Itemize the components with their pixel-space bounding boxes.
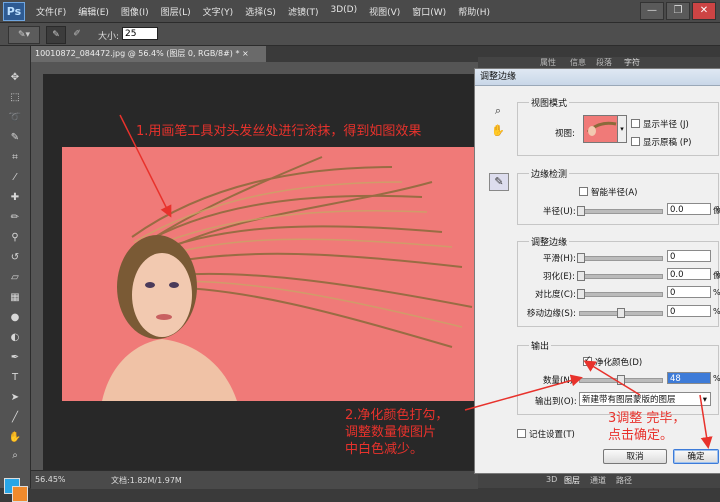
arrow-step-2-decontaminate bbox=[583, 360, 641, 396]
arrow-step-1 bbox=[119, 114, 172, 218]
arrow-step-2-amount bbox=[464, 374, 583, 411]
background-color-swatch[interactable] bbox=[12, 486, 28, 502]
arrow-step-3 bbox=[699, 394, 713, 449]
annotation-arrows bbox=[119, 114, 713, 449]
